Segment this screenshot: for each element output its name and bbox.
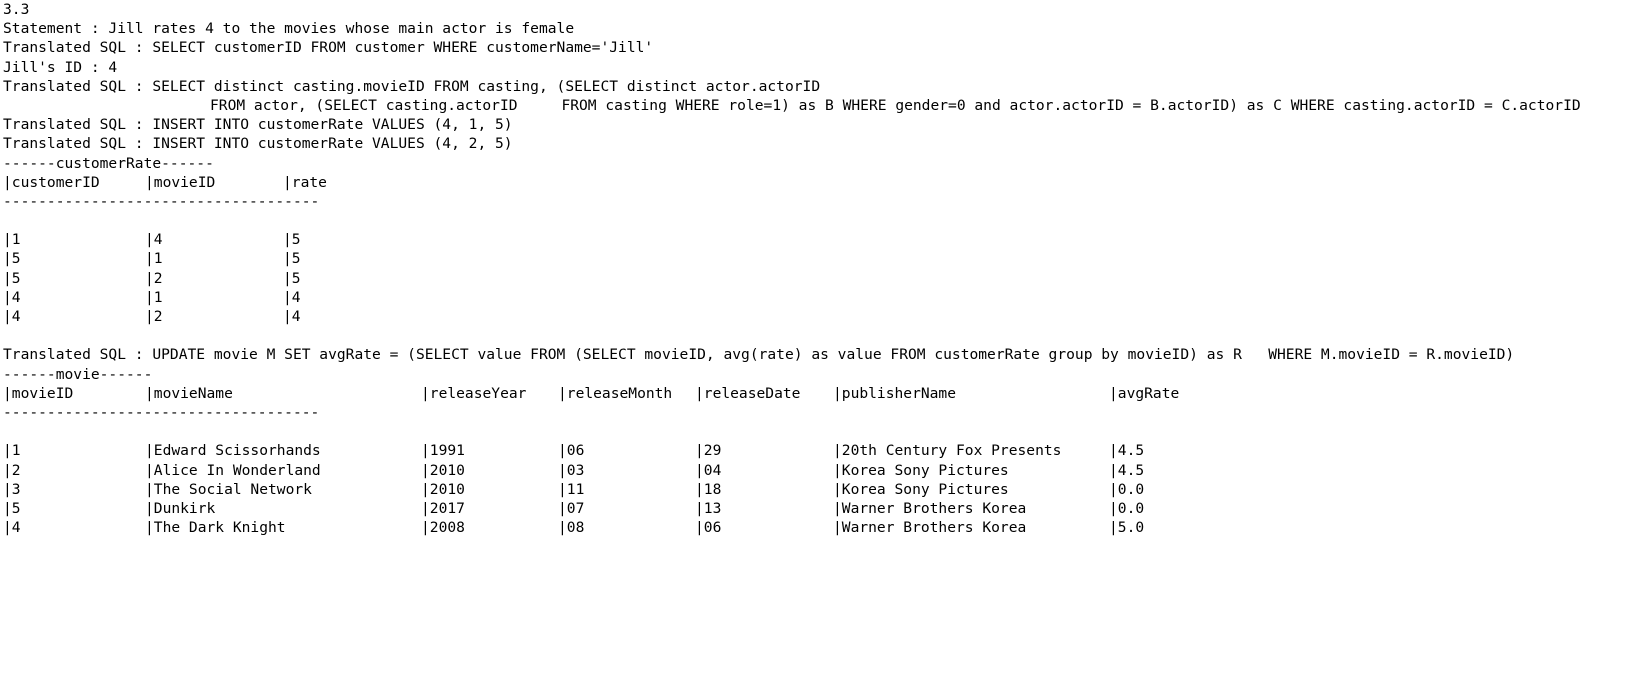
table-cell: |2017: [421, 499, 465, 517]
table-cell: |18: [695, 480, 722, 498]
table-cell: |4: [283, 288, 301, 306]
header-cell: |customerID: [3, 173, 100, 191]
table-cell: |4: [283, 308, 301, 325]
table-cell: |5: [3, 499, 21, 517]
header-cell: |rate: [283, 173, 327, 191]
table-cell: |The Dark Knight: [145, 519, 286, 537]
statement-line: Statement : Jill rates 4 to the movies w…: [3, 20, 575, 38]
movie-table-title: ------movie------: [3, 365, 153, 383]
sql-insert-line-1: Translated SQL : INSERT INTO customerRat…: [3, 116, 513, 134]
table-cell: |2010: [421, 480, 465, 498]
table-cell: |Korea Sony Pictures: [833, 480, 1009, 498]
sql-casting-line-2: FROM actor, (SELECT casting.actorID FROM…: [210, 96, 1581, 114]
sql-lookup-line: Translated SQL : SELECT customerID FROM …: [3, 39, 654, 57]
header-cell: |movieID: [145, 173, 216, 191]
table-cell: |29: [695, 442, 722, 460]
table-cell: |04: [695, 461, 722, 479]
sql-casting-line-1: Translated SQL : SELECT distinct casting…: [3, 77, 821, 95]
header-cell: |movieID: [3, 384, 74, 402]
table-row: |5 |Dunkirk |2017 |07 |13 |Warner Brothe…: [3, 499, 1637, 518]
table-cell: |1: [145, 250, 163, 268]
table-cell: |Dunkirk: [145, 499, 216, 517]
header-cell: |publisherName: [833, 384, 957, 402]
table-row: |1 |4 |5: [3, 230, 1637, 249]
table-cell: |4: [3, 519, 21, 537]
table-cell: |Korea Sony Pictures: [833, 461, 1009, 479]
table-cell: |11: [558, 480, 585, 498]
header-cell: |releaseYear: [421, 384, 527, 402]
console-output: 3.3 Statement : Jill rates 4 to the movi…: [3, 0, 1637, 552]
table-row: |5 |1 |5: [3, 249, 1637, 268]
table-cell: |1: [3, 231, 21, 249]
table-row: |3 |The Social Network |2010 |11 |18 |Ko…: [3, 480, 1637, 499]
table-cell: |5: [283, 269, 301, 287]
sql-update-line: Translated SQL : UPDATE movie M SET avgR…: [3, 346, 1515, 364]
table-cell: |1991: [421, 442, 465, 460]
customer-rate-header: |customerID |movieID |rate: [3, 173, 1637, 192]
table-cell: |3: [3, 480, 21, 498]
table-cell: |The Social Network: [145, 480, 312, 498]
table-row: |1 |Edward Scissorhands |1991 |06 |29 |2…: [3, 441, 1637, 460]
table-cell: |5: [283, 250, 301, 268]
table-cell: |4.5: [1109, 442, 1145, 460]
header-cell: |movieName: [145, 384, 233, 402]
table-cell: |06: [695, 519, 722, 537]
table-cell: |Edward Scissorhands: [145, 442, 321, 460]
table-cell: |5: [283, 231, 301, 249]
table-cell: |1: [145, 288, 163, 306]
table-row: |4 |The Dark Knight |2008 |08 |06 |Warne…: [3, 518, 1637, 537]
table-cell: |1: [3, 442, 21, 460]
customer-rate-divider: ------------------------------------: [3, 192, 320, 210]
table-cell: |4.5: [1109, 461, 1145, 479]
table-cell: |5.0: [1109, 519, 1145, 537]
header-cell: |avgRate: [1109, 384, 1180, 402]
table-row: |4 |2 |4: [3, 307, 1637, 326]
table-cell: |20th Century Fox Presents: [833, 442, 1062, 460]
table-cell: |08: [558, 519, 585, 537]
sql-insert-line-2: Translated SQL : INSERT INTO customerRat…: [3, 135, 513, 153]
table-cell: |4: [3, 308, 21, 325]
table-cell: |2: [145, 308, 163, 325]
movie-table-divider: ------------------------------------: [3, 403, 320, 421]
section-number: 3.3: [3, 1, 30, 18]
table-cell: |4: [145, 231, 163, 249]
table-cell: |Warner Brothers Korea: [833, 519, 1027, 537]
movie-table-header: |movieID |movieName |releaseYear |releas…: [3, 384, 1637, 403]
header-cell: |releaseDate: [695, 384, 801, 402]
table-cell: |Warner Brothers Korea: [833, 499, 1027, 517]
table-cell: |5: [3, 250, 21, 268]
table-cell: |03: [558, 461, 585, 479]
table-cell: |07: [558, 499, 585, 517]
table-row: |5 |2 |5: [3, 269, 1637, 288]
table-cell: |2010: [421, 461, 465, 479]
table-cell: |2: [3, 461, 21, 479]
table-cell: |4: [3, 288, 21, 306]
table-row: |2 |Alice In Wonderland |2010 |03 |04 |K…: [3, 461, 1637, 480]
table-cell: |0.0: [1109, 499, 1145, 517]
table-cell: |2: [145, 269, 163, 287]
customer-rate-title: ------customerRate------: [3, 154, 214, 172]
table-cell: |0.0: [1109, 480, 1145, 498]
table-cell: |06: [558, 442, 585, 460]
table-cell: |2008: [421, 519, 465, 537]
jill-id-line: Jill's ID : 4: [3, 58, 118, 76]
table-cell: |13: [695, 499, 722, 517]
table-cell: |Alice In Wonderland: [145, 461, 321, 479]
table-row: |4 |1 |4: [3, 288, 1637, 307]
header-cell: |releaseMonth: [558, 384, 673, 402]
table-cell: |5: [3, 269, 21, 287]
